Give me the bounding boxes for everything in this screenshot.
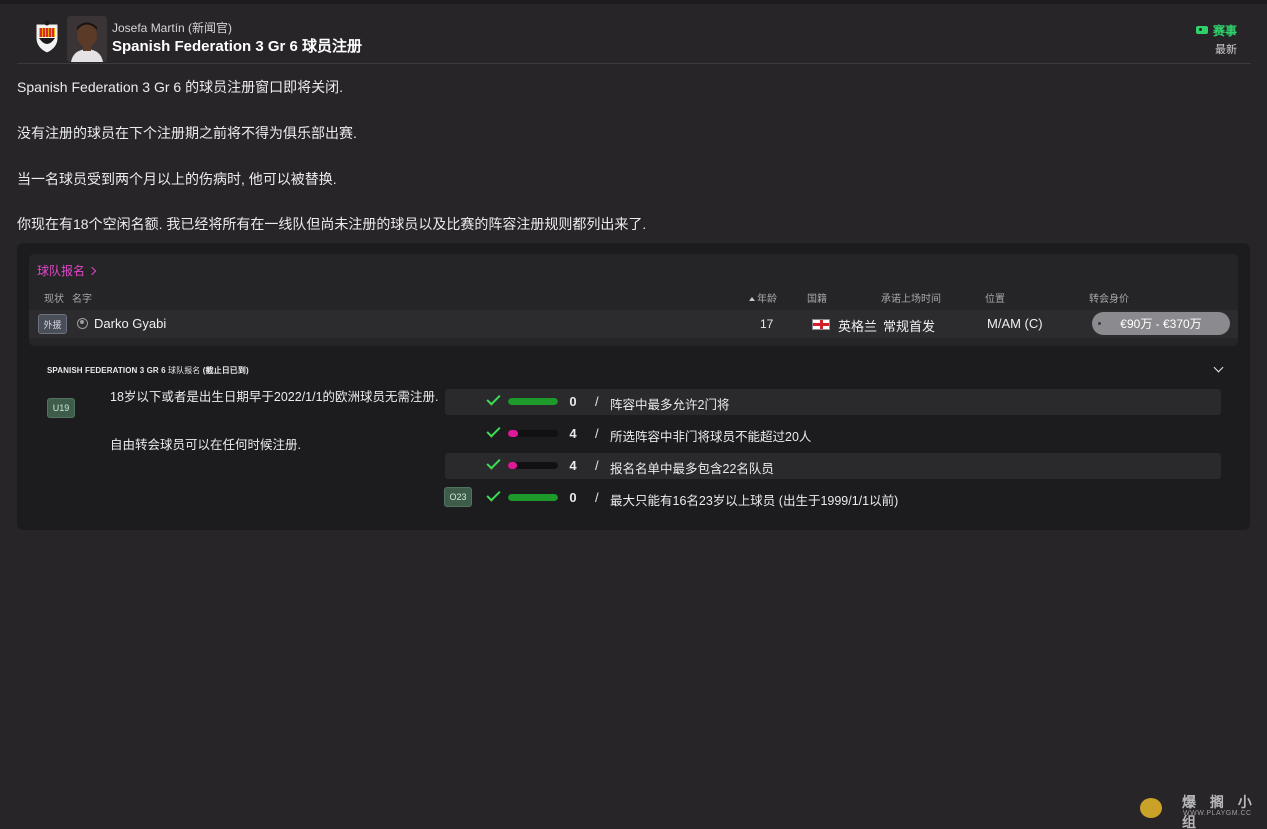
body-paragraph-3: 当一名球员受到两个月以上的伤病时, 他可以被替换. [17,171,337,187]
message-subject: Spanish Federation 3 Gr 6 球员注册 [112,38,363,55]
col-header-name[interactable]: 名字 [72,290,92,305]
team-registration-card: 球队报名 现状 名字 年龄 国籍 承诺上场时间 位置 转会身价 外援 Darko… [29,254,1238,346]
rule-row: 4 / 所选阵容中非门将球员不能超过20人 [445,421,1221,447]
col-header-role[interactable]: 承诺上场时间 [881,290,941,305]
check-icon [486,423,501,438]
rules-title: SPANISH FEDERATION 3 GR 6 球队报名 (截止日已到) [47,365,249,376]
tag-icon [1195,26,1208,34]
chevron-down-icon[interactable] [1213,362,1224,373]
rule-text: 最大只能有16名23岁以上球员 (出生于1999/1/1以前) [610,494,899,508]
rule-count: 0 [569,394,577,409]
rule-progress-fill [508,398,558,405]
table-row[interactable]: 外援 Darko Gyabi 17 英格兰 常规首发 M/AM (C) €90万… [29,310,1238,338]
watermark-url: WWW.PLAYGM.CC [1183,810,1252,817]
body-paragraph-2: 没有注册的球员在下个注册期之前将不得为俱乐部出赛. [17,125,357,141]
rule-row: 4 / 报名名单中最多包含22名队员 [445,453,1221,479]
rules-title-tail: 球队报名 [168,366,201,375]
rule-text: 阵容中最多允许2门将 [610,398,730,412]
england-flag-icon [812,319,830,330]
player-nationality[interactable]: 英格兰 [838,316,877,335]
rules-note-free-transfer: 自由转会球员可以在任何时候注册. [110,438,301,452]
team-registration-link-label: 球队报名 [37,264,86,278]
rule-row: 0 / 阵容中最多允许2门将 [445,389,1221,415]
rule-count: 0 [569,490,577,505]
rule-progress-fill [508,430,518,437]
col-header-age[interactable]: 年龄 [749,290,777,305]
watermark: 爆 搁 小 组 WWW.PLAYGM.CC [1140,792,1260,829]
o23-badge: O23 [444,487,472,507]
rule-separator: / [595,458,599,473]
check-icon [486,487,501,502]
rule-progress-fill [508,494,558,501]
club-crest-icon [35,20,59,54]
rule-progress-bar [508,494,558,501]
col-header-value[interactable]: 转会身价 [1089,290,1129,305]
team-registration-link[interactable]: 球队报名 [37,262,97,279]
rule-progress-fill [508,462,517,469]
rules-title-main: SPANISH FEDERATION 3 GR 6 [47,366,166,375]
rule-progress-bar [508,398,558,405]
player-role: 常规首发 [883,319,936,334]
col-header-status[interactable]: 现状 [44,290,64,305]
rule-count: 4 [569,426,577,441]
message-tag: 赛事 最新 [1195,21,1237,57]
rule-text: 报名名单中最多包含22名队员 [610,462,774,476]
status-badge: 外援 [38,314,67,334]
sender-name[interactable]: Josefa Martín (新闻官) [112,19,232,36]
rule-text: 所选阵容中非门将球员不能超过20人 [610,430,812,444]
col-header-nationality[interactable]: 国籍 [807,290,827,305]
player-position: M/AM (C) [987,316,1043,331]
tag-sub: 最新 [1215,44,1237,56]
col-header-position[interactable]: 位置 [985,290,1005,305]
registration-panel: 球队报名 现状 名字 年龄 国籍 承诺上场时间 位置 转会身价 外援 Darko… [17,243,1250,530]
person-icon [77,318,88,329]
sender-avatar[interactable] [67,16,107,62]
player-name[interactable]: Darko Gyabi [94,316,166,331]
rule-count: 4 [569,458,577,473]
rule-progress-bar [508,462,558,469]
player-age: 17 [760,317,774,331]
watermark-logo-icon [1140,798,1162,818]
rule-separator: / [595,426,599,441]
rule-separator: / [595,394,599,409]
rule-progress-bar [508,430,558,437]
tag-label: 赛事 [1212,23,1237,38]
top-border [0,0,1267,4]
rule-separator: / [595,490,599,505]
col-header-age-label: 年龄 [757,294,777,305]
body-paragraph-4: 你现在有18个空闲名额. 我已经将所有在一线队但尚未注册的球员以及比赛的阵容注册… [17,216,647,232]
sort-ascending-icon [749,297,755,301]
chevron-right-icon [87,266,97,275]
body-paragraph-1: Spanish Federation 3 Gr 6 的球员注册窗口即将关闭. [17,79,343,95]
rules-title-paren: (截止日已到) [202,366,249,375]
message-header: Josefa Martín (新闻官) Spanish Federation 3… [17,6,1251,64]
check-icon [486,455,501,470]
player-value: €90万 - €370万 [1092,312,1230,335]
u19-badge: U19 [47,398,75,418]
check-icon [486,391,501,406]
rule-row: O23 0 / 最大只能有16名23岁以上球员 (出生于1999/1/1以前) [444,485,1221,511]
rules-note-u19: 18岁以下或者是出生日期早于2022/1/1的欧洲球员无需注册. [110,390,439,404]
